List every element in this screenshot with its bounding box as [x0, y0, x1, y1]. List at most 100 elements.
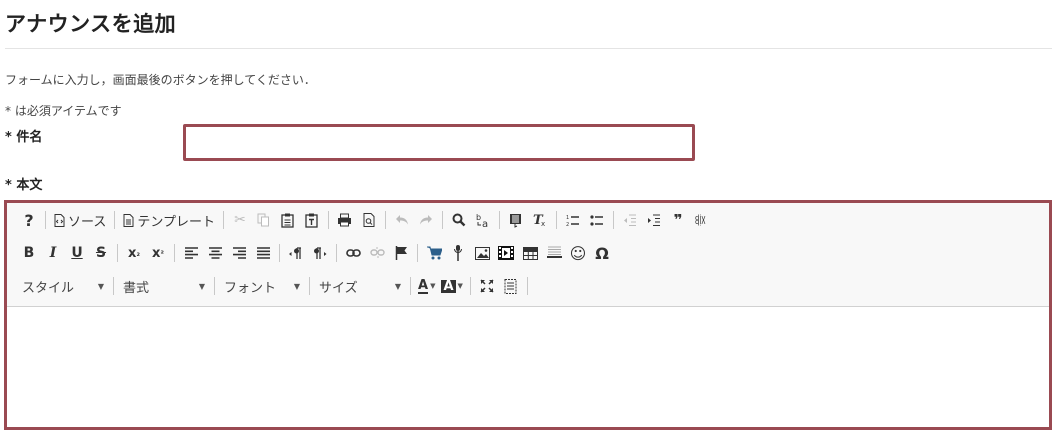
separator	[410, 277, 411, 295]
strike-button[interactable]: S	[89, 241, 113, 265]
form-instructions: フォームに入力し，画面最後のボタンを押してください．	[5, 73, 316, 87]
italic-button[interactable]: I	[41, 241, 65, 265]
remove-format-icon[interactable]: Tx	[528, 208, 552, 232]
toolbar-row-3: スタイル ▼ 書式 ▼ フォント ▼ サイズ ▼ A ▼ A ▼	[17, 273, 532, 299]
help-button[interactable]: ?	[17, 208, 41, 232]
font-dropdown[interactable]: フォント ▼	[219, 274, 305, 298]
editor-content-area[interactable]	[7, 307, 1049, 424]
template-icon	[123, 213, 134, 227]
separator	[222, 211, 224, 229]
editor-toolbar: ? ソース テンプレート ✂ b a T x 1 2 ❞ div div B I…	[7, 203, 1049, 307]
cut-icon[interactable]: ✂	[228, 208, 252, 232]
body-label: * 本文	[5, 178, 43, 193]
page-title: アナウンスを追加	[5, 12, 177, 36]
toolbar-row-1: ? ソース テンプレート ✂ b a T x 1 2 ❞ div div	[17, 207, 714, 233]
select-all-icon[interactable]	[504, 208, 528, 232]
align-right-icon[interactable]	[227, 241, 251, 265]
separator	[336, 244, 337, 262]
underline-button[interactable]: U	[65, 241, 89, 265]
cart-icon[interactable]	[422, 241, 446, 265]
video-icon[interactable]	[494, 241, 518, 265]
copy-icon[interactable]	[252, 208, 276, 232]
superscript-mark: ²	[160, 248, 164, 258]
separator	[174, 244, 175, 262]
rich-text-editor: ? ソース テンプレート ✂ b a T x 1 2 ❞ div div B I…	[4, 200, 1052, 430]
separator	[327, 211, 329, 229]
superscript-button[interactable]: x²	[146, 241, 170, 265]
align-left-icon[interactable]	[179, 241, 203, 265]
align-justify-icon[interactable]	[251, 241, 275, 265]
unlink-icon[interactable]	[365, 241, 389, 265]
separator	[612, 211, 614, 229]
indent-icon[interactable]	[642, 208, 666, 232]
subject-input[interactable]	[183, 124, 695, 161]
anchor-flag-icon[interactable]	[389, 241, 413, 265]
separator	[114, 211, 116, 229]
text-color-button[interactable]: A ▼	[415, 274, 438, 298]
toolbar-row-2: B I U S x₂ x² ☺ Ω	[17, 240, 614, 266]
size-dropdown[interactable]: サイズ ▼	[314, 274, 406, 298]
background-color-button[interactable]: A ▼	[438, 274, 465, 298]
size-dropdown-label: サイズ	[319, 280, 358, 296]
outdent-icon[interactable]	[618, 208, 642, 232]
svg-text:x: x	[541, 220, 545, 227]
chevron-down-icon: ▼	[198, 281, 205, 291]
separator	[469, 277, 471, 295]
source-label: ソース	[68, 214, 107, 230]
separator	[417, 244, 418, 262]
replace-icon[interactable]: ba	[471, 208, 495, 232]
text-color-icon: A	[418, 277, 429, 294]
source-button[interactable]: ソース	[50, 208, 110, 232]
style-dropdown-label: スタイル	[22, 280, 75, 296]
rtl-icon[interactable]	[308, 241, 332, 265]
show-blocks-icon[interactable]	[499, 274, 523, 298]
subscript-mark: ₂	[136, 248, 140, 258]
svg-text:1: 1	[566, 215, 569, 221]
separator	[526, 277, 528, 295]
svg-text:2: 2	[566, 222, 569, 227]
superscript-x: x	[152, 245, 161, 261]
template-button[interactable]: テンプレート	[119, 208, 219, 232]
bulleted-list-icon[interactable]	[585, 208, 609, 232]
maximize-icon[interactable]	[475, 274, 499, 298]
print-icon[interactable]	[333, 208, 357, 232]
format-dropdown-label: 書式	[123, 280, 150, 296]
bold-button[interactable]: B	[17, 241, 41, 265]
creatediv-icon[interactable]: div div	[690, 208, 714, 232]
separator	[279, 244, 280, 262]
required-note: * は必須アイテムです	[5, 104, 122, 118]
chevron-down-icon: ▼	[430, 282, 436, 290]
svg-text:b: b	[476, 213, 481, 222]
font-dropdown-label: フォント	[224, 280, 277, 296]
svg-text:div: div	[695, 218, 706, 226]
paste-text-icon[interactable]	[300, 208, 324, 232]
redo-icon[interactable]	[414, 208, 438, 232]
subscript-x: x	[128, 245, 137, 261]
separator	[384, 211, 386, 229]
separator	[113, 277, 114, 295]
chevron-down-icon: ▼	[394, 281, 401, 291]
image-icon[interactable]	[470, 241, 494, 265]
link-icon[interactable]	[341, 241, 365, 265]
separator	[117, 244, 118, 262]
separator	[45, 211, 46, 229]
blockquote-icon[interactable]: ❞	[666, 208, 690, 232]
format-dropdown[interactable]: 書式 ▼	[118, 274, 210, 298]
subscript-button[interactable]: x₂	[122, 241, 146, 265]
numbered-list-icon[interactable]: 12	[561, 208, 585, 232]
subject-label: * 件名	[5, 130, 43, 145]
preview-icon[interactable]	[357, 208, 381, 232]
smiley-icon[interactable]: ☺	[566, 241, 590, 265]
table-icon[interactable]	[518, 241, 542, 265]
undo-icon[interactable]	[390, 208, 414, 232]
microphone-icon[interactable]	[446, 241, 470, 265]
paste-icon[interactable]	[276, 208, 300, 232]
style-dropdown[interactable]: スタイル ▼	[17, 274, 109, 298]
separator	[441, 211, 443, 229]
ltr-icon[interactable]	[284, 241, 308, 265]
special-char-button[interactable]: Ω	[590, 241, 614, 265]
align-center-icon[interactable]	[203, 241, 227, 265]
horizontal-rule-icon[interactable]	[542, 241, 566, 265]
find-icon[interactable]	[447, 208, 471, 232]
separator	[555, 211, 557, 229]
